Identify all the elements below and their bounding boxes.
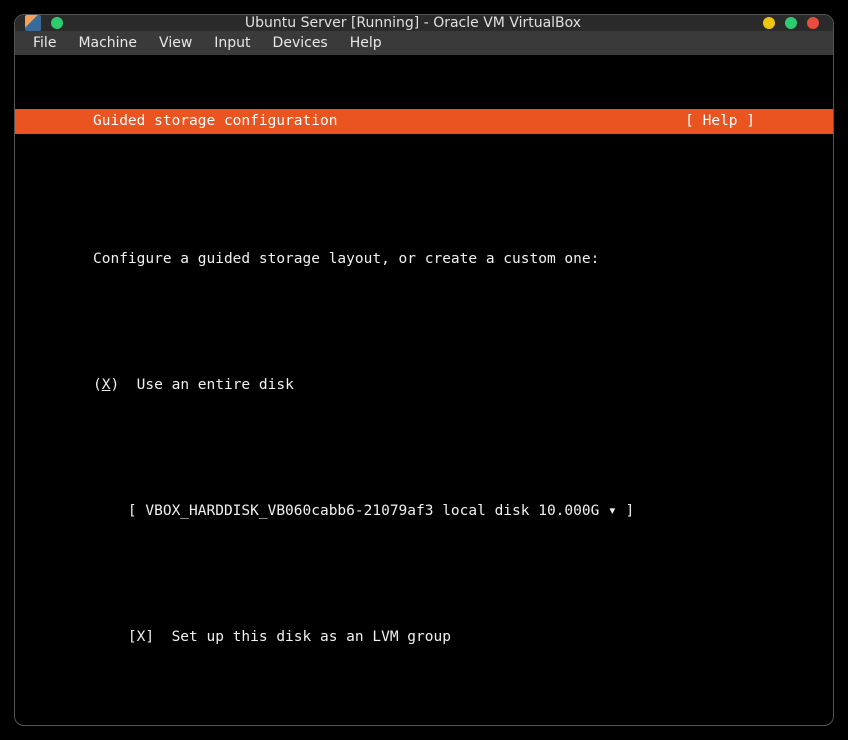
menu-view[interactable]: View (149, 31, 202, 55)
menu-help[interactable]: Help (340, 31, 392, 55)
app-icon (25, 15, 41, 31)
close-button[interactable] (807, 17, 819, 29)
minimize-button[interactable] (763, 17, 775, 29)
vm-window: Ubuntu Server [Running] - Oracle VM Virt… (14, 14, 834, 726)
help-button[interactable]: [ Help ] (685, 111, 755, 132)
window-title: Ubuntu Server [Running] - Oracle VM Virt… (63, 15, 763, 31)
installer-body: Configure a guided storage layout, or cr… (15, 197, 833, 726)
installer-title: Guided storage configuration (93, 111, 685, 132)
radio-use-entire-disk[interactable]: (X) Use an entire disk (93, 375, 833, 396)
intro-text: Configure a guided storage layout, or cr… (93, 249, 833, 270)
titlebar: Ubuntu Server [Running] - Oracle VM Virt… (15, 15, 833, 31)
maximize-button[interactable] (785, 17, 797, 29)
guest-screen[interactable]: Guided storage configuration [ Help ] Co… (15, 55, 833, 726)
menu-file[interactable]: File (23, 31, 66, 55)
menu-devices[interactable]: Devices (263, 31, 338, 55)
disk-select[interactable]: [ VBOX_HARDDISK_VB060cabb6-21079af3 loca… (128, 503, 634, 519)
checkbox-lvm[interactable]: [X] Set up this disk as an LVM group (128, 629, 451, 645)
installer-header: Guided storage configuration [ Help ] (15, 109, 833, 134)
menu-input[interactable]: Input (204, 31, 260, 55)
status-dot-icon (51, 17, 63, 29)
menu-machine[interactable]: Machine (68, 31, 147, 55)
window-controls (763, 17, 819, 29)
menubar: File Machine View Input Devices Help (15, 31, 833, 55)
